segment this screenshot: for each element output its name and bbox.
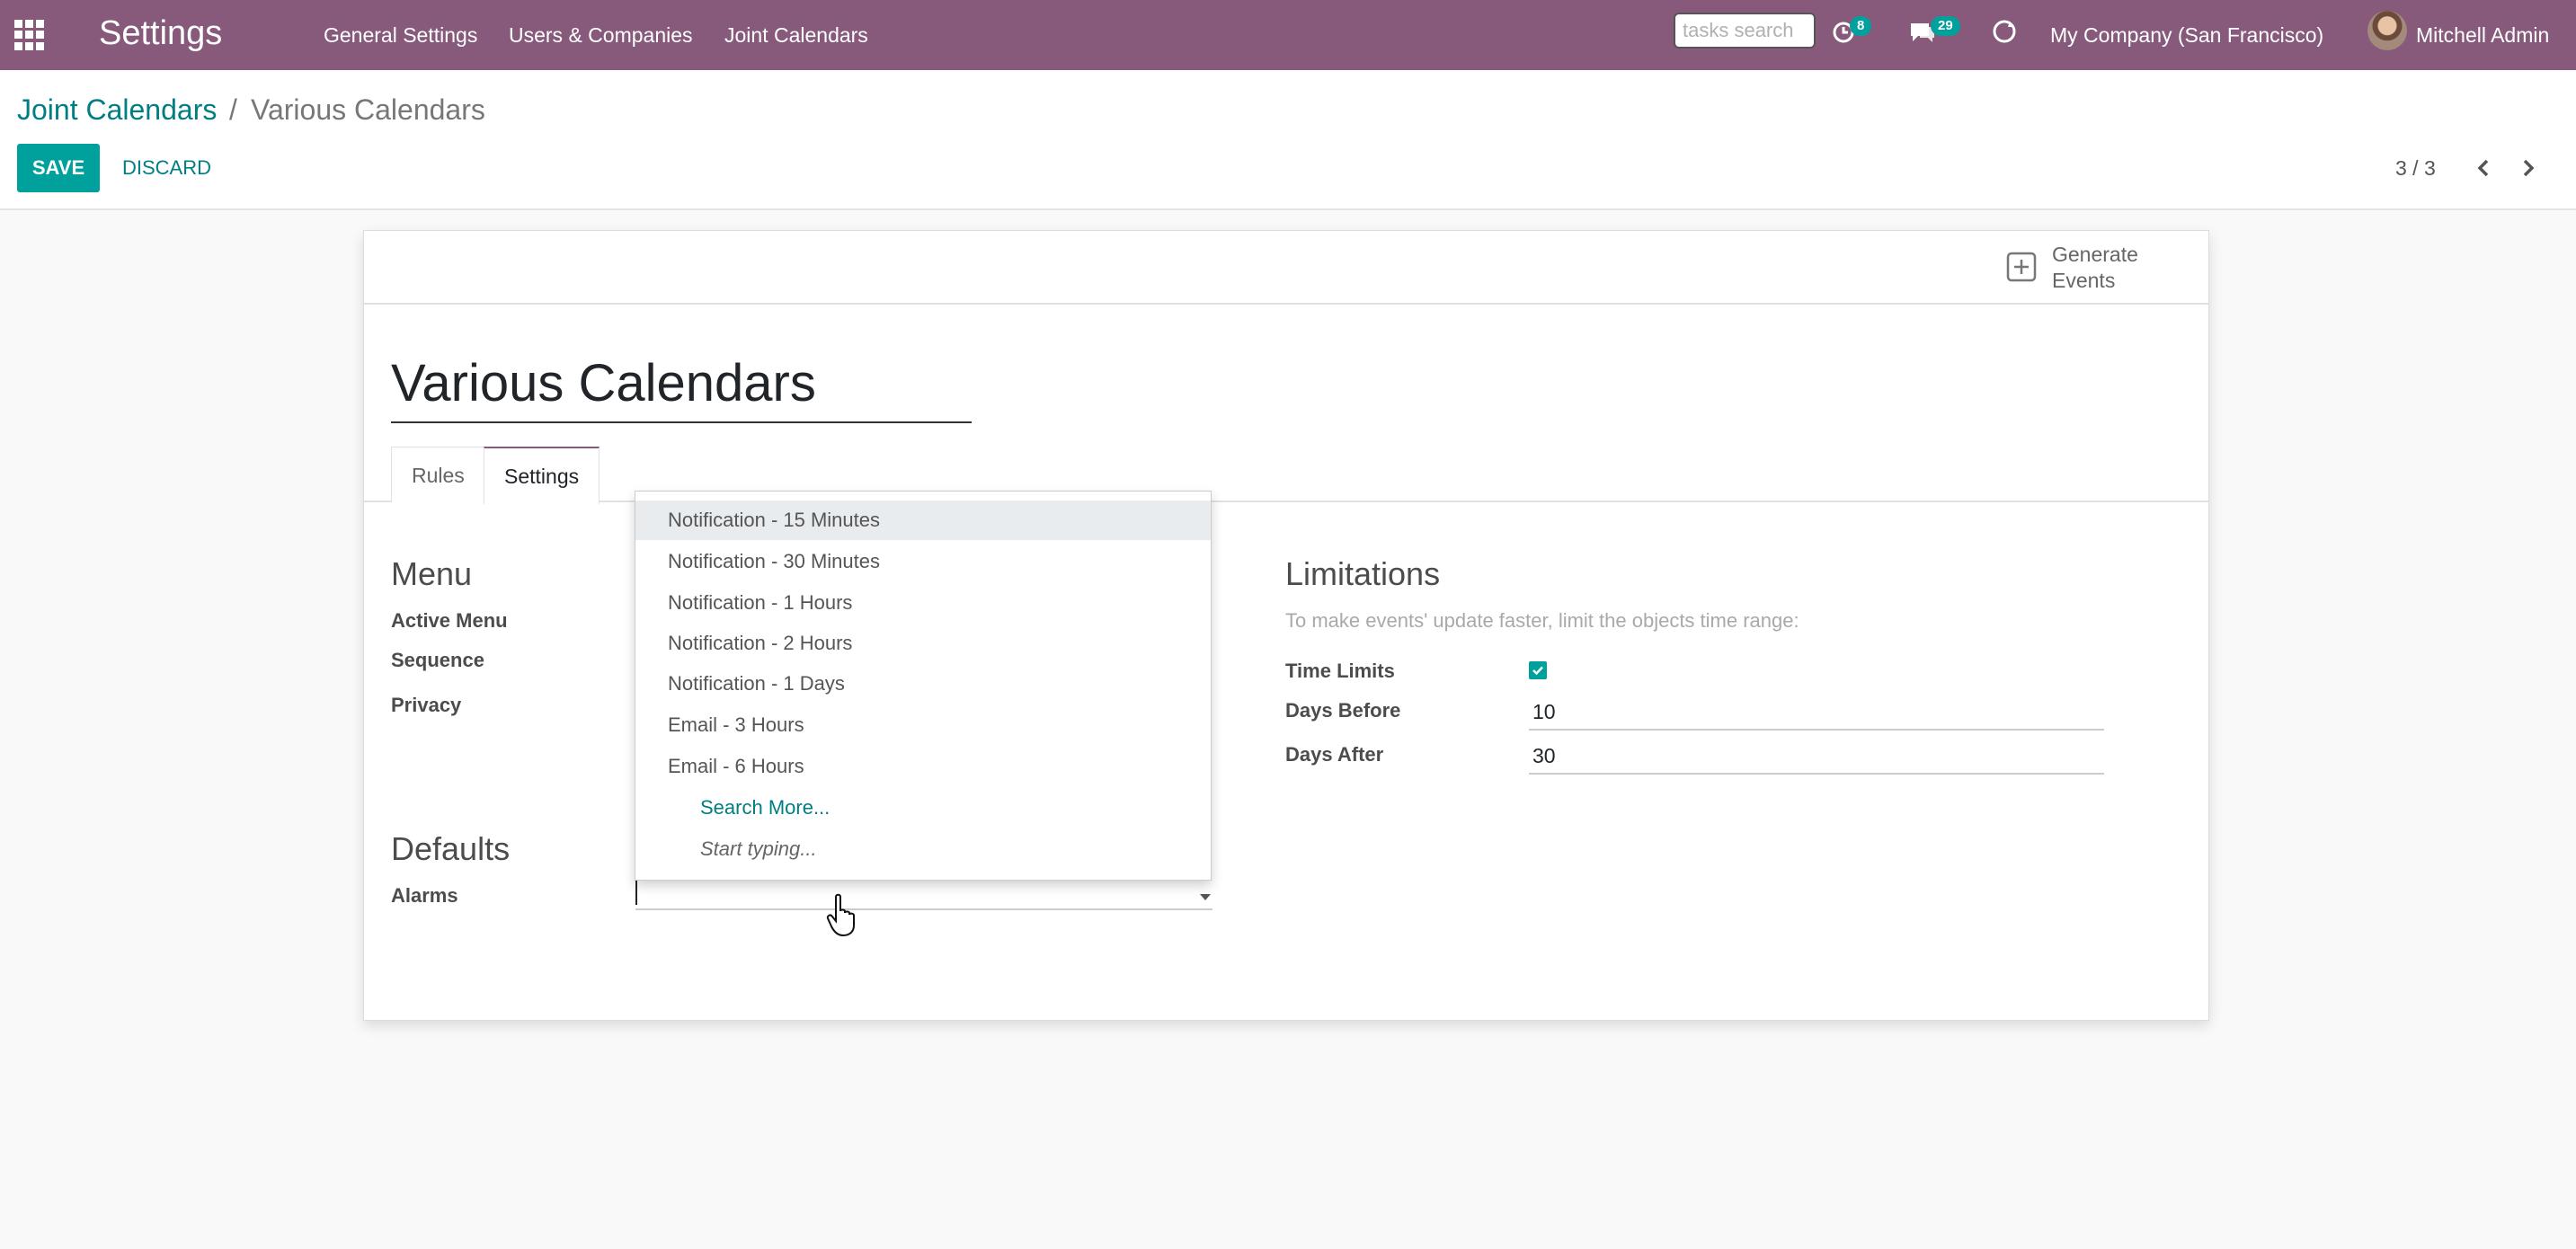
limitations-section-title: Limitations: [1285, 555, 1441, 592]
days-after-input[interactable]: [1529, 739, 2104, 775]
dropdown-option[interactable]: Notification - 2 Hours: [635, 624, 1211, 663]
dropdown-option[interactable]: Notification - 1 Days: [635, 664, 1211, 704]
dropdown-option[interactable]: Notification - 30 Minutes: [635, 542, 1211, 581]
dropdown-option[interactable]: Notification - 1 Hours: [635, 583, 1211, 623]
user-menu[interactable]: Mitchell Admin: [2416, 22, 2549, 49]
menu-joint-calendars[interactable]: Joint Calendars: [724, 22, 868, 49]
generate-events-label: Generate Events: [2052, 243, 2138, 292]
hand-cursor-icon: [826, 893, 855, 937]
limitations-hint: To make events' update faster, limit the…: [1285, 609, 1799, 632]
pager-previous-button[interactable]: [2470, 155, 2497, 182]
messages-count-badge: 29: [1931, 16, 1960, 36]
time-limits-label: Time Limits: [1285, 660, 1395, 682]
chevron-right-icon: [2523, 159, 2535, 177]
breadcrumb-current: Various Calendars: [251, 93, 485, 126]
dropdown-option[interactable]: Email - 3 Hours: [635, 705, 1211, 745]
generate-events-button[interactable]: Generate Events: [2000, 242, 2162, 296]
tasks-search-input[interactable]: [1674, 13, 1816, 49]
plus-square-icon: [2006, 252, 2037, 282]
pager-next-button[interactable]: [2515, 155, 2542, 182]
top-navbar: Settings General Settings Users & Compan…: [0, 0, 2576, 70]
chevron-left-icon: [2477, 159, 2489, 177]
app-grid-icon[interactable]: [14, 20, 45, 50]
alarms-autocomplete-dropdown: Notification - 15 Minutes Notification -…: [635, 491, 1212, 881]
text-caret: [635, 880, 637, 905]
discuss-button[interactable]: [1990, 18, 2019, 51]
days-before-input[interactable]: [1529, 695, 2104, 731]
breadcrumb-separator: /: [229, 93, 237, 126]
breadcrumb-parent-link[interactable]: Joint Calendars: [17, 92, 217, 128]
pager-value[interactable]: 3 / 3: [2395, 155, 2436, 182]
menu-general-settings[interactable]: General Settings: [324, 22, 477, 49]
search-more-link[interactable]: Search More...: [700, 788, 830, 828]
app-brand[interactable]: Settings: [99, 13, 222, 54]
button-box: Generate Events: [364, 231, 2208, 305]
caret-down-icon[interactable]: [1200, 894, 1211, 900]
days-after-label: Days After: [1285, 743, 1384, 766]
menu-users-companies[interactable]: Users & Companies: [509, 22, 693, 49]
menu-section-title: Menu: [391, 555, 473, 592]
tab-rules[interactable]: Rules: [391, 447, 485, 502]
time-limits-checkbox[interactable]: [1529, 661, 1547, 679]
days-before-label: Days Before: [1285, 699, 1401, 722]
privacy-label: Privacy: [391, 694, 462, 716]
alarms-label: Alarms: [391, 884, 458, 907]
dropdown-option[interactable]: Email - 6 Hours: [635, 747, 1211, 786]
check-icon: [1532, 666, 1543, 676]
user-avatar[interactable]: [2367, 11, 2407, 50]
defaults-section-title: Defaults: [391, 830, 511, 867]
save-button[interactable]: SAVE: [17, 144, 100, 192]
record-title-field[interactable]: Various Calendars: [391, 346, 972, 423]
start-typing-hint: Start typing...: [700, 837, 817, 860]
control-panel: Joint Calendars / Various Calendars SAVE…: [0, 70, 2576, 210]
refresh-chat-icon: [1993, 20, 2016, 43]
dropdown-option[interactable]: Notification - 15 Minutes: [635, 500, 1211, 540]
company-switcher[interactable]: My Company (San Francisco): [2050, 22, 2323, 49]
discard-button[interactable]: DISCARD: [115, 144, 218, 192]
tab-settings[interactable]: Settings: [484, 447, 600, 504]
activity-count-badge: 8: [1850, 16, 1872, 36]
sequence-label: Sequence: [391, 649, 484, 671]
active-menu-label: Active Menu: [391, 609, 508, 632]
